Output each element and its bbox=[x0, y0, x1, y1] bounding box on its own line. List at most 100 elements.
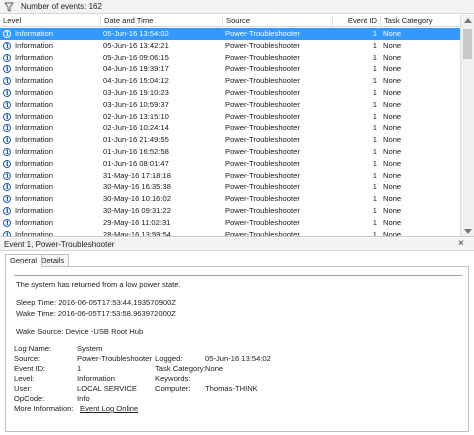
table-row[interactable]: Information 02-Jun-16 10:24:14 Power-Troub… bbox=[0, 122, 460, 134]
cell-source: Power-Troubleshooter bbox=[225, 170, 300, 180]
table-row[interactable]: Information 03-Jun-16 19:10:23 Power-Troub… bbox=[0, 87, 460, 99]
table-row[interactable]: Information 04-Jun-16 15:04:12 Power-Troub… bbox=[0, 75, 460, 87]
table-row[interactable]: Information 05-Jun-16 09:06:15 Power-Troub… bbox=[0, 52, 460, 63]
table-row[interactable]: Information 30-May-16 16:35:38 Power-Troub… bbox=[0, 181, 460, 193]
cell-date-time: 01-Jun-16 21:49:55 bbox=[103, 135, 169, 145]
information-icon bbox=[3, 158, 11, 170]
cell-date-time: 04-Jun-16 19:39:17 bbox=[103, 64, 169, 74]
table-row[interactable]: Information 05-Jun-16 13:42:21 Power-Troub… bbox=[0, 40, 460, 52]
cell-level: Information bbox=[15, 99, 53, 109]
column-date-time[interactable]: Date and Time bbox=[100, 16, 222, 27]
information-icon bbox=[3, 229, 11, 236]
cell-task-category: None bbox=[383, 52, 402, 62]
cell-date-time: 03-Jun-16 19:10:23 bbox=[103, 87, 169, 97]
cell-task-category: None bbox=[383, 146, 402, 156]
information-icon bbox=[3, 40, 11, 52]
cell-task-category: None bbox=[383, 158, 402, 168]
opcode-label: OpCode: bbox=[14, 394, 45, 403]
level-value: Information bbox=[77, 374, 115, 383]
cell-level: Information bbox=[15, 217, 53, 227]
information-icon bbox=[3, 181, 11, 193]
close-icon[interactable]: × bbox=[458, 238, 464, 249]
table-row[interactable]: Information 05-Jun-16 13:54:02 Power-Troub… bbox=[0, 28, 460, 40]
cell-level: Information bbox=[15, 64, 53, 74]
cell-level: Information bbox=[15, 182, 53, 192]
cell-source: Power-Troubleshooter bbox=[225, 205, 300, 215]
cell-source: Power-Troubleshooter bbox=[225, 29, 300, 38]
table-row[interactable]: Information 29-May-16 11:02:31 Power-Troub… bbox=[0, 217, 460, 229]
cell-event-id: 1 bbox=[372, 158, 377, 168]
information-icon bbox=[3, 134, 11, 146]
cell-source: Power-Troubleshooter bbox=[225, 87, 300, 97]
message-line-4: Wake Source: Device -USB Root Hub bbox=[16, 327, 144, 336]
cell-date-time: 05-Jun-16 13:54:02 bbox=[103, 29, 169, 38]
cell-date-time: 01-Jun-16 16:52:58 bbox=[103, 146, 169, 156]
cell-date-time: 30-May-16 16:35:38 bbox=[103, 182, 171, 192]
table-row[interactable]: Information 03-Jun-16 10:59:37 Power-Troub… bbox=[0, 99, 460, 111]
events-count: Number of events: 162 bbox=[21, 2, 102, 11]
table-row[interactable]: Information 30-May-16 09:31:22 Power-Troub… bbox=[0, 205, 460, 217]
cell-source: Power-Troubleshooter bbox=[225, 135, 300, 145]
table-row[interactable]: Information 04-Jun-16 19:39:17 Power-Troub… bbox=[0, 63, 460, 75]
cell-level: Information bbox=[15, 123, 53, 133]
more-info-label: More Information: bbox=[14, 404, 74, 413]
opcode-value: Info bbox=[77, 394, 90, 403]
scroll-up-arrow-icon[interactable] bbox=[464, 18, 472, 23]
table-row[interactable]: Information 28-May-16 13:59:54 Power-Troub… bbox=[0, 229, 460, 236]
information-icon bbox=[3, 217, 11, 229]
column-level[interactable]: Level bbox=[0, 16, 100, 27]
cell-date-time: 31-May-16 17:18:18 bbox=[103, 170, 171, 180]
keywords-label: Keywords: bbox=[155, 374, 191, 383]
filter-icon[interactable] bbox=[4, 2, 14, 12]
cell-task-category: None bbox=[383, 205, 402, 215]
cell-source: Power-Troubleshooter bbox=[225, 194, 300, 204]
cell-level: Information bbox=[15, 205, 53, 215]
cell-date-time: 05-Jun-16 09:06:15 bbox=[103, 52, 169, 62]
table-row[interactable]: Information 02-Jun-16 13:15:10 Power-Troub… bbox=[0, 111, 460, 122]
table-row[interactable]: Information 01-Jun-16 16:52:58 Power-Troub… bbox=[0, 146, 460, 158]
column-source[interactable]: Source bbox=[222, 16, 332, 27]
logged-label: Logged: bbox=[155, 354, 183, 363]
cell-source: Power-Troubleshooter bbox=[225, 123, 300, 133]
logged-value: 05-Jun-16 13:54:02 bbox=[205, 354, 271, 363]
cell-date-time: 04-Jun-16 15:04:12 bbox=[103, 76, 169, 86]
column-event-id[interactable]: Event ID bbox=[332, 16, 380, 27]
cell-source: Power-Troubleshooter bbox=[225, 64, 300, 74]
source-label: Source: bbox=[14, 354, 41, 363]
cell-level: Information bbox=[15, 87, 53, 97]
level-label: Level: bbox=[14, 374, 35, 383]
message-line-2: Sleep Time: 2016-06-05T17:53:44.19357090… bbox=[16, 298, 177, 307]
cell-event-id: 1 bbox=[372, 182, 377, 192]
cell-task-category: None bbox=[383, 123, 402, 133]
event-message-box[interactable]: The system has returned from a low power… bbox=[14, 275, 462, 339]
scroll-thumb[interactable] bbox=[463, 29, 472, 59]
cell-task-category: None bbox=[383, 170, 402, 180]
cell-task-category: None bbox=[383, 135, 402, 145]
cell-level: Information bbox=[15, 111, 53, 121]
table-row[interactable]: Information 01-Jun-16 08:01:47 Power-Troub… bbox=[0, 158, 460, 170]
table-row[interactable]: Information 31-May-16 17:18:18 Power-Troub… bbox=[0, 170, 460, 181]
information-icon bbox=[3, 63, 11, 75]
cell-level: Information bbox=[15, 76, 53, 86]
cell-task-category: None bbox=[383, 40, 402, 50]
cell-event-id: 1 bbox=[372, 87, 377, 97]
table-row[interactable]: Information 01-Jun-16 21:49:55 Power-Troub… bbox=[0, 134, 460, 146]
information-icon bbox=[3, 205, 11, 217]
event-log-online-link[interactable]: Event Log Online bbox=[80, 404, 138, 413]
scroll-down-arrow-icon[interactable] bbox=[464, 229, 472, 234]
event-detail-title: Event 1, Power-Troubleshooter bbox=[4, 240, 115, 249]
cell-source: Power-Troubleshooter bbox=[225, 111, 300, 121]
table-row[interactable]: Information 30-May-16 10:16:02 Power-Troub… bbox=[0, 193, 460, 205]
column-task-category[interactable]: Task Category bbox=[380, 16, 460, 27]
tab-general[interactable]: General bbox=[5, 254, 43, 267]
cell-date-time: 02-Jun-16 13:15:10 bbox=[103, 111, 169, 121]
information-icon bbox=[3, 87, 11, 99]
cell-level: Information bbox=[15, 194, 53, 204]
task-category-label: Task Category: bbox=[155, 364, 206, 373]
grid-scrollbar[interactable] bbox=[460, 15, 474, 236]
cell-level: Information bbox=[15, 29, 53, 38]
cell-task-category: None bbox=[383, 64, 402, 74]
log-name-label: Log Name: bbox=[14, 344, 52, 353]
cell-task-category: None bbox=[383, 217, 402, 227]
cell-task-category: None bbox=[383, 111, 402, 121]
